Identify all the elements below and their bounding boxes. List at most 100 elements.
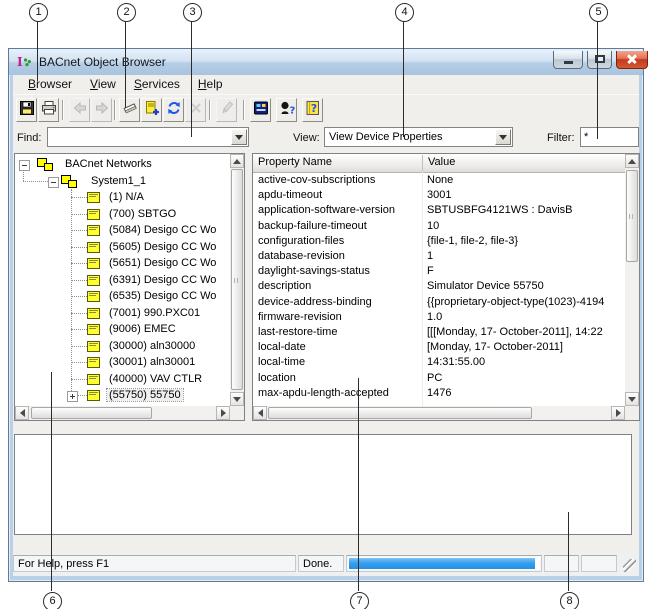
column-divider[interactable]: [422, 155, 423, 171]
tree-vertical-scrollbar-up-button[interactable]: [230, 154, 244, 168]
property-value-cell: 14:31:55.00: [427, 356, 623, 368]
tree-vertical-scrollbar-down-button[interactable]: [230, 392, 244, 406]
edit-button[interactable]: [216, 98, 237, 122]
tree-row-device-7[interactable]: (7001) 990.PXC01: [15, 305, 244, 322]
tree-row-device-6[interactable]: (6535) Desigo CC Wo: [15, 288, 244, 305]
table-row[interactable]: max-apdu-length-accepted1476: [253, 387, 639, 402]
tree-row-system1-1[interactable]: System1_1: [15, 173, 244, 190]
tree-row-device-12[interactable]: (55750) 55750: [15, 387, 244, 404]
find-input[interactable]: [49, 129, 231, 145]
progress-cell: [346, 555, 542, 572]
title-bar[interactable]: I BACnet Object Browser: [9, 49, 643, 75]
table-row[interactable]: last-restore-time[[[Monday, 17- October-…: [253, 326, 639, 341]
view-dropdown-button[interactable]: [495, 129, 511, 145]
tree-vertical-scrollbar-thumb[interactable]: [231, 169, 243, 390]
tree-row-device-1[interactable]: (700) SBTGO: [15, 206, 244, 223]
find-dropdown-button[interactable]: [231, 129, 247, 145]
output-pane[interactable]: [14, 434, 632, 535]
print-button[interactable]: [38, 98, 59, 122]
help-icon: ?: [305, 100, 321, 121]
thumb-grip: [234, 278, 240, 283]
print-icon: [41, 100, 57, 121]
app-icon: I: [17, 55, 33, 69]
property-horizontal-scrollbar-thumb[interactable]: [268, 407, 532, 419]
table-row[interactable]: device-address-binding{{proprietary-obje…: [253, 296, 639, 311]
refresh-icon: [166, 100, 182, 121]
table-row[interactable]: active-cov-subscriptionsNone: [253, 174, 639, 189]
svg-text:I: I: [17, 55, 23, 69]
maximize-button[interactable]: [587, 51, 612, 69]
forward-icon: [94, 100, 110, 121]
minimize-button[interactable]: [553, 51, 583, 69]
property-pane: Property NameValueactive-cov-subscriptio…: [252, 153, 640, 421]
tree-row-device-11[interactable]: (40000) VAV CTLR: [15, 371, 244, 388]
table-row[interactable]: backup-failure-timeout10: [253, 220, 639, 235]
callout-number-3: 3: [183, 3, 202, 22]
tree-row-device-10[interactable]: (30001) aln30001: [15, 354, 244, 371]
resize-grip[interactable]: [623, 559, 636, 572]
property-vertical-scrollbar-down-button[interactable]: [625, 392, 639, 406]
property-horizontal-scrollbar-left-button[interactable]: [253, 406, 267, 420]
tree-horizontal-scrollbar-thumb[interactable]: [31, 407, 152, 419]
close-button[interactable]: [616, 51, 648, 69]
table-row[interactable]: local-date[Monday, 17- October-2011]: [253, 341, 639, 356]
add-object-button[interactable]: [141, 98, 162, 122]
column-header-property-name[interactable]: Property Name: [253, 156, 423, 168]
property-vertical-scrollbar-up-button[interactable]: [625, 154, 639, 168]
menu-item-view[interactable]: View: [81, 75, 125, 91]
property-vertical-scrollbar-thumb[interactable]: [626, 170, 638, 262]
delete-button[interactable]: [185, 98, 206, 122]
menu-item-browser[interactable]: Browser: [19, 75, 81, 91]
table-row[interactable]: descriptionSimulator Device 55750: [253, 280, 639, 295]
property-horizontal-scrollbar-right-button[interactable]: [611, 406, 625, 420]
tree-row-bacnet-networks[interactable]: BACnet Networks: [15, 156, 244, 173]
table-row[interactable]: local-time14:31:55.00: [253, 356, 639, 371]
tree-row-device-0[interactable]: (1) N/A: [15, 189, 244, 206]
status-bar: For Help, press F1 Done.: [13, 553, 639, 575]
tree-row-device-4[interactable]: (5651) Desigo CC Wo: [15, 255, 244, 272]
context-help-button[interactable]: ?: [276, 98, 297, 122]
table-row[interactable]: daylight-savings-statusF: [253, 265, 639, 280]
back-button[interactable]: [69, 98, 90, 122]
menu-item-help[interactable]: Help: [189, 75, 232, 91]
table-row[interactable]: locationPC: [253, 372, 639, 387]
callout-line-8: [568, 512, 569, 591]
refresh-button[interactable]: [163, 98, 184, 122]
callout-number-4: 4: [395, 3, 414, 22]
chevron-down-icon: [499, 135, 507, 140]
table-row[interactable]: apdu-timeout3001: [253, 189, 639, 204]
tree-row-device-8[interactable]: (9006) EMEC: [15, 321, 244, 338]
collapse-icon[interactable]: [48, 177, 59, 188]
client-area: BrowserViewServicesHelp ?? Find: View: V…: [13, 75, 639, 576]
table-row[interactable]: configuration-files{file-1, file-2, file…: [253, 235, 639, 250]
column-header-value[interactable]: Value: [423, 156, 626, 168]
tree-row-device-3[interactable]: (5605) Desigo CC Wo: [15, 239, 244, 256]
table-row[interactable]: firmware-revision1.0: [253, 311, 639, 326]
filter-input[interactable]: [580, 127, 639, 147]
save-button[interactable]: [16, 98, 37, 122]
property-name-cell: daylight-savings-status: [258, 265, 418, 277]
device-properties-button[interactable]: [250, 98, 271, 122]
table-row[interactable]: database-revision1: [253, 250, 639, 265]
erase-button[interactable]: [119, 98, 140, 122]
collapse-icon[interactable]: [19, 160, 30, 171]
tree-item-label: System1_1: [89, 175, 148, 187]
network-icon: [37, 158, 55, 171]
device-object-icon: [87, 374, 100, 385]
property-value-cell: {{proprietary-object-type(1023)-4194: [427, 296, 623, 308]
tree-horizontal-scrollbar-left-button[interactable]: [15, 406, 29, 420]
tree-row-device-2[interactable]: (5084) Desigo CC Wo: [15, 222, 244, 239]
table-row[interactable]: application-software-versionSBTUSBFG4121…: [253, 204, 639, 219]
menu-item-services[interactable]: Services: [125, 75, 189, 91]
tree-row-device-9[interactable]: (30000) aln30000: [15, 338, 244, 355]
table-header: Property NameValue: [253, 154, 625, 173]
tree-horizontal-scrollbar-right-button[interactable]: [216, 406, 230, 420]
tree-row-device-5[interactable]: (6391) Desigo CC Wo: [15, 272, 244, 289]
expand-icon[interactable]: [67, 391, 78, 402]
find-combobox[interactable]: [47, 127, 249, 147]
help-button[interactable]: ?: [302, 98, 323, 122]
tree-item-label: (6535) Desigo CC Wo: [107, 290, 218, 302]
property-value-cell: 3001: [427, 189, 623, 201]
view-combobox[interactable]: View Device Properties: [324, 127, 513, 147]
forward-button[interactable]: [91, 98, 112, 122]
